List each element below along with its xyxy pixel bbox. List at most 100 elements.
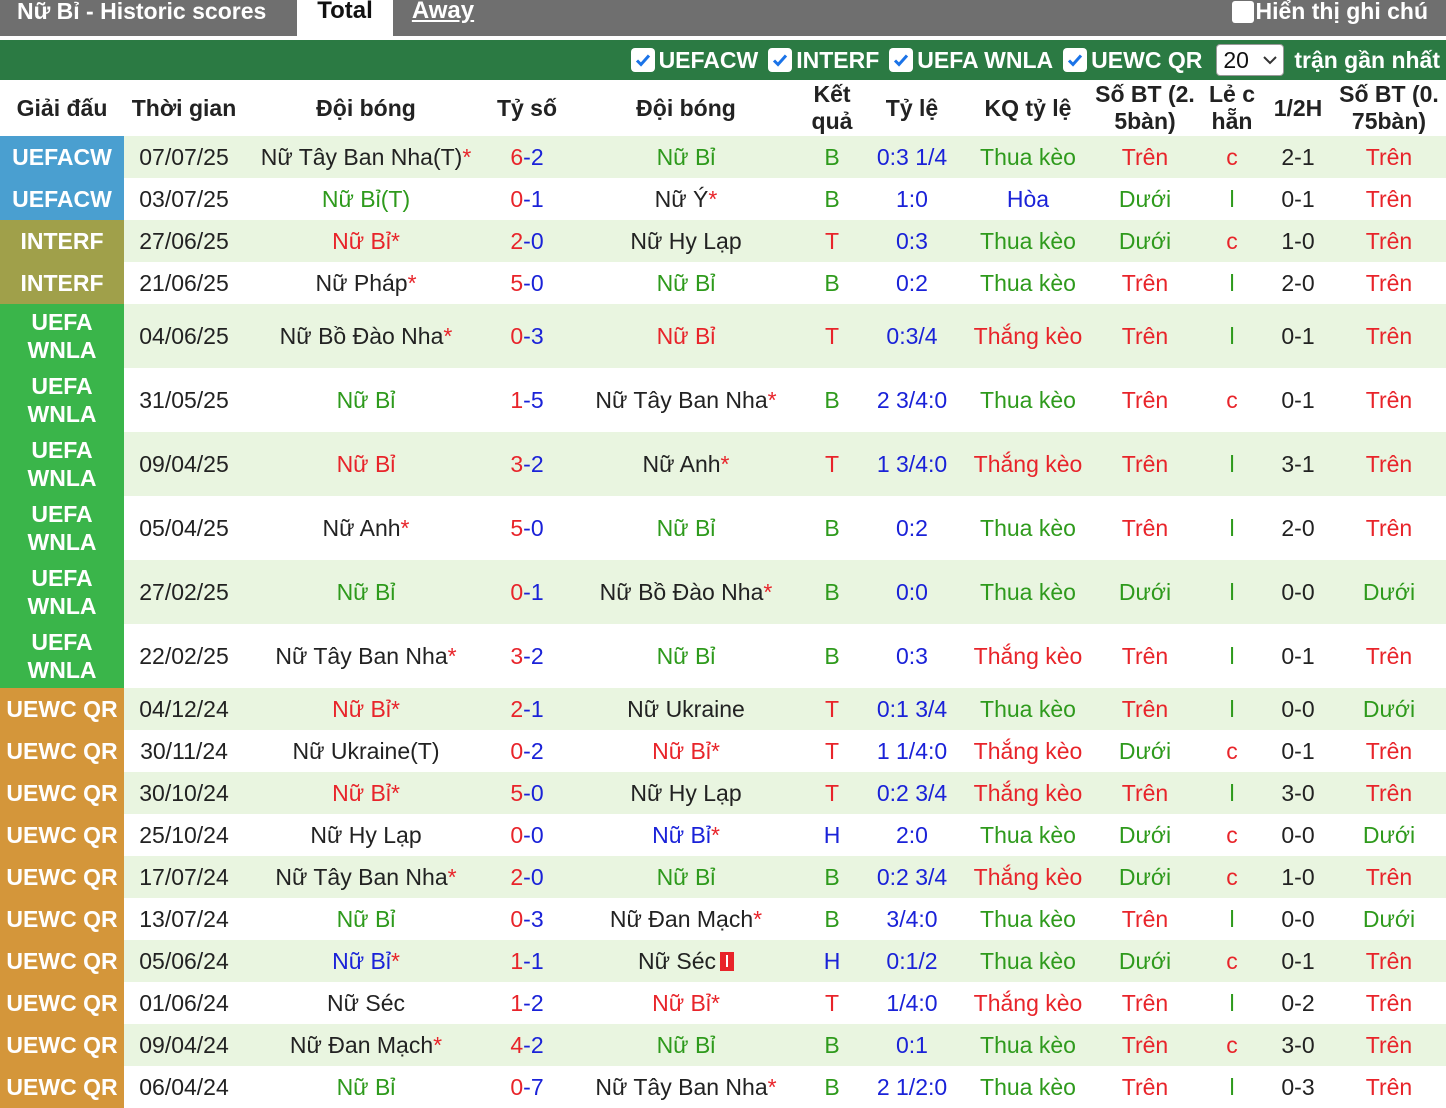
odds-line[interactable]: 0:3 [858,220,966,262]
odds-line[interactable]: 0:3 1/4 [858,136,966,178]
league-badge[interactable]: INTERF [0,220,124,262]
filter-uefacw[interactable]: UEFACW [630,47,758,74]
league-badge[interactable]: UEFA WNLA [0,496,124,560]
home-team[interactable]: Nữ Bỉ * [244,688,488,730]
away-team[interactable]: Nữ Bỉ [566,496,806,560]
away-team[interactable]: Nữ Bỉ * [566,982,806,1024]
filter-uewc-qr[interactable]: UEWC QR [1063,47,1202,74]
away-team[interactable]: Nữ Bồ Đào Nha * [566,560,806,624]
odds-line[interactable]: 0:2 [858,496,966,560]
notes-checkbox[interactable] [1231,1,1254,23]
league-badge[interactable]: UEFA WNLA [0,304,124,368]
check-icon[interactable] [889,48,914,72]
home-team[interactable]: Nữ Bỉ * [244,772,488,814]
home-team[interactable]: Nữ Séc [244,982,488,1024]
home-team[interactable]: Nữ Tây Ban Nha * [244,624,488,688]
match-score[interactable]: 5-0 [488,262,566,304]
match-score[interactable]: 0-2 [488,730,566,772]
check-icon[interactable] [1063,48,1088,72]
home-team[interactable]: Nữ Bỉ * [244,220,488,262]
away-team[interactable]: Nữ Bỉ [566,624,806,688]
away-team[interactable]: Nữ Bỉ [566,1024,806,1066]
league-badge[interactable]: UEFA WNLA [0,624,124,688]
league-badge[interactable]: UEFA WNLA [0,432,124,496]
match-score[interactable]: 1-1 [488,940,566,982]
away-team[interactable]: Nữ Bỉ * [566,814,806,856]
away-team[interactable]: Nữ Bỉ [566,262,806,304]
home-team[interactable]: Nữ Bỉ [244,898,488,940]
home-team[interactable]: Nữ Tây Ban Nha * [244,856,488,898]
odds-line[interactable]: 3/4:0 [858,898,966,940]
home-team[interactable]: Nữ Bỉ [244,560,488,624]
odds-line[interactable]: 0:2 3/4 [858,856,966,898]
league-badge[interactable]: UEWC QR [0,898,124,940]
league-badge[interactable]: UEWC QR [0,1024,124,1066]
match-score[interactable]: 2-0 [488,856,566,898]
odds-line[interactable]: 1/4:0 [858,982,966,1024]
match-score[interactable]: 2-0 [488,220,566,262]
filter-interf[interactable]: INTERF [768,47,879,74]
odds-line[interactable]: 2:0 [858,814,966,856]
match-score[interactable]: 1-5 [488,368,566,432]
league-badge[interactable]: UEWC QR [0,772,124,814]
league-badge[interactable]: UEFACW [0,178,124,220]
match-score[interactable]: 0-1 [488,178,566,220]
match-score[interactable]: 0-0 [488,814,566,856]
home-team[interactable]: Nữ Bỉ [244,432,488,496]
tab-total[interactable]: Total [297,0,393,36]
home-team[interactable]: Nữ Ukraine(T) [244,730,488,772]
match-count-select[interactable]: 20 [1216,44,1285,76]
away-team[interactable]: Nữ Đan Mạch * [566,898,806,940]
away-team[interactable]: Nữ Bỉ [566,136,806,178]
home-team[interactable]: Nữ Tây Ban Nha(T) * [244,136,488,178]
away-team[interactable]: Nữ Hy Lạp [566,772,806,814]
home-team[interactable]: Nữ Pháp * [244,262,488,304]
away-team[interactable]: Nữ Anh * [566,432,806,496]
match-score[interactable]: 4-2 [488,1024,566,1066]
match-score[interactable]: 2-1 [488,688,566,730]
league-badge[interactable]: UEWC QR [0,856,124,898]
home-team[interactable]: Nữ Bỉ * [244,940,488,982]
tab-away[interactable]: Away [393,0,493,36]
league-badge[interactable]: UEFA WNLA [0,560,124,624]
check-icon[interactable] [768,48,793,72]
odds-line[interactable]: 0:3/4 [858,304,966,368]
home-team[interactable]: Nữ Anh * [244,496,488,560]
odds-line[interactable]: 0:3 [858,624,966,688]
odds-line[interactable]: 0:1 [858,1024,966,1066]
home-team[interactable]: Nữ Hy Lạp [244,814,488,856]
home-team[interactable]: Nữ Bỉ(T) [244,178,488,220]
away-team[interactable]: Nữ Bỉ [566,304,806,368]
away-team[interactable]: Nữ Bỉ [566,856,806,898]
away-team[interactable]: Nữ Séc [566,940,806,982]
away-team[interactable]: Nữ Ý * [566,178,806,220]
check-icon[interactable] [630,48,655,72]
away-team[interactable]: Nữ Bỉ * [566,730,806,772]
odds-line[interactable]: 0:0 [858,560,966,624]
show-notes-toggle[interactable]: Hiển thị ghi chú [1231,0,1428,36]
odds-line[interactable]: 0:1/2 [858,940,966,982]
league-badge[interactable]: UEWC QR [0,730,124,772]
match-score[interactable]: 5-0 [488,496,566,560]
odds-line[interactable]: 0:2 [858,262,966,304]
away-team[interactable]: Nữ Tây Ban Nha * [566,368,806,432]
league-badge[interactable]: UEWC QR [0,982,124,1024]
league-badge[interactable]: UEFA WNLA [0,368,124,432]
odds-line[interactable]: 1:0 [858,178,966,220]
odds-line[interactable]: 1 3/4:0 [858,432,966,496]
league-badge[interactable]: UEFACW [0,136,124,178]
match-score[interactable]: 3-2 [488,624,566,688]
league-badge[interactable]: UEWC QR [0,688,124,730]
match-score[interactable]: 1-2 [488,982,566,1024]
match-score[interactable]: 6-2 [488,136,566,178]
odds-line[interactable]: 0:2 3/4 [858,772,966,814]
odds-line[interactable]: 2 3/4:0 [858,368,966,432]
home-team[interactable]: Nữ Đan Mạch * [244,1024,488,1066]
match-score[interactable]: 5-0 [488,772,566,814]
away-team[interactable]: Nữ Ukraine [566,688,806,730]
home-team[interactable]: Nữ Bỉ [244,368,488,432]
odds-line[interactable]: 0:1 3/4 [858,688,966,730]
match-score[interactable]: 3-2 [488,432,566,496]
match-score[interactable]: 0-3 [488,898,566,940]
away-team[interactable]: Nữ Hy Lạp [566,220,806,262]
